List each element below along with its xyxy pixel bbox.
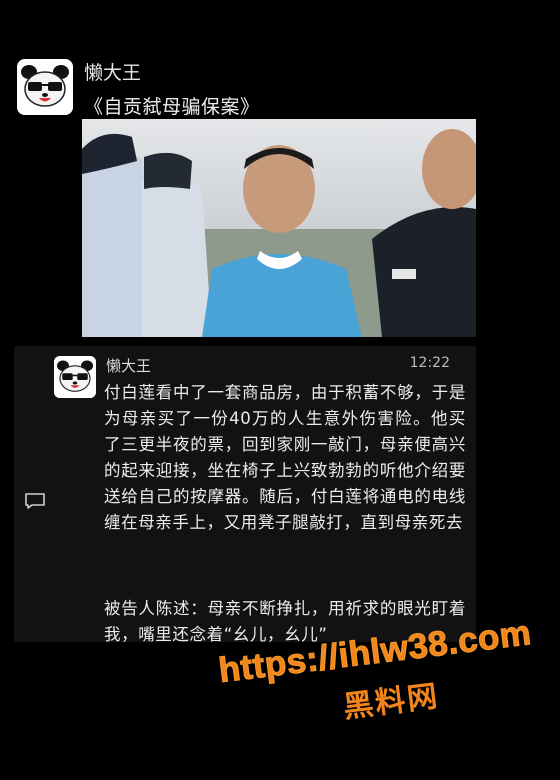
card-timestamp: 12:22 xyxy=(409,355,450,371)
panda-sunglasses-icon xyxy=(54,356,96,398)
card-author-name: 懒大王 xyxy=(106,357,152,375)
post-title: 《自贡弑母骗保案》 xyxy=(84,96,260,118)
comment-icon[interactable] xyxy=(24,492,46,510)
panda-sunglasses-icon xyxy=(17,59,73,115)
card-author-avatar[interactable] xyxy=(54,356,96,398)
author-avatar[interactable] xyxy=(17,59,73,115)
video-still-image xyxy=(82,119,476,337)
card-paragraph-1: 付白莲看中了一套商品房，由于积蓄不够，于是为母亲买了一份40万的人生意外伤害险。… xyxy=(104,383,466,532)
author-name[interactable]: 懒大王 xyxy=(84,58,141,85)
quoted-message-card[interactable]: 懒大王 12:22 付白莲看中了一套商品房，由于积蓄不够，于是为母亲买了一份40… xyxy=(14,346,476,644)
video-thumbnail[interactable] xyxy=(82,119,476,337)
